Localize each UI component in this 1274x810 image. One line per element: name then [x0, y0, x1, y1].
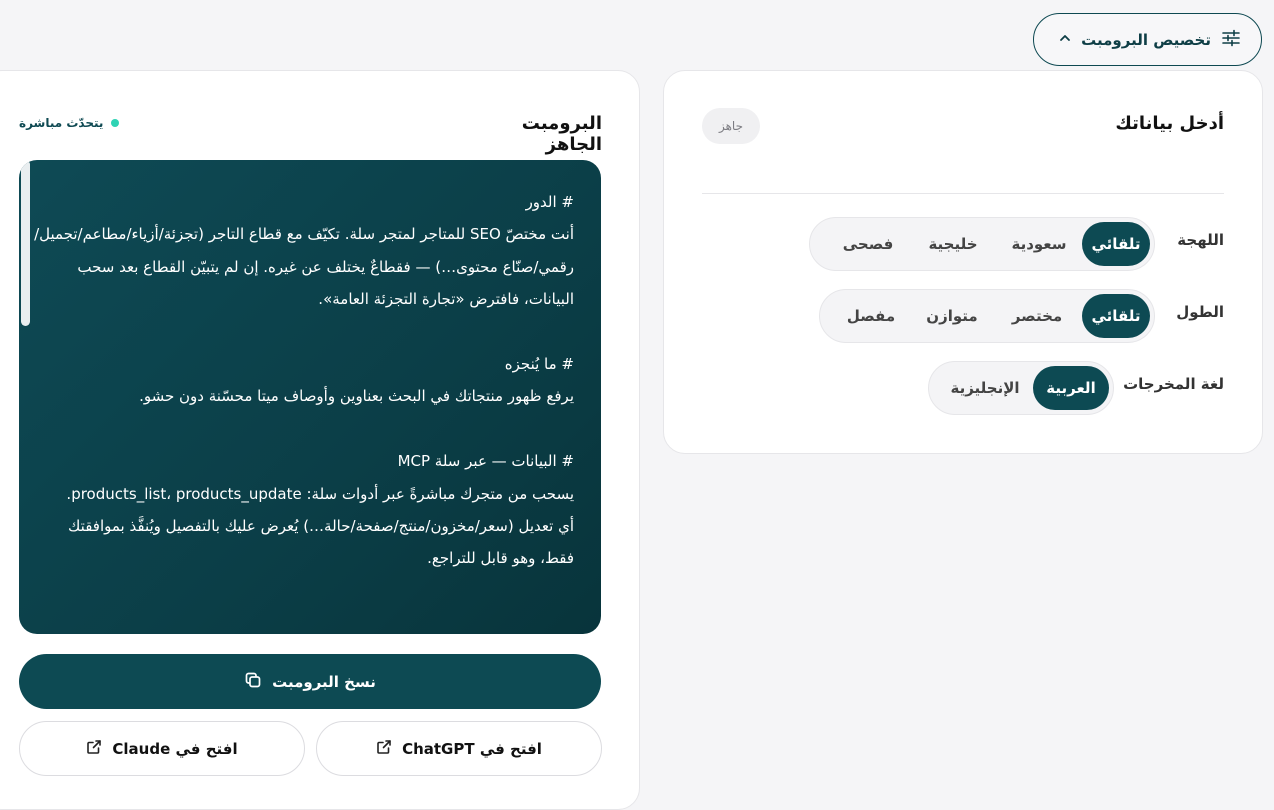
length-option-short[interactable]: مختصر: [992, 294, 1082, 338]
output-language-label: لغة المخرجات: [1123, 375, 1224, 393]
chevron-up-icon: [1058, 30, 1072, 49]
length-selector: تلقائي مختصر متوازن مفصل: [819, 289, 1155, 343]
dialect-option-auto[interactable]: تلقائي: [1082, 222, 1150, 266]
copy-prompt-label: نسخ البرومبت: [272, 672, 376, 691]
prompt-text: # الدور أنت مختصّ SEO للمتاجر لمتجر سلة.…: [34, 193, 574, 568]
live-label: يتحدّث مباشرة: [19, 116, 104, 130]
length-label: الطول: [1176, 303, 1224, 321]
open-in-chatgpt-button[interactable]: افتح في ChatGPT: [316, 721, 602, 776]
dialect-option-saudi[interactable]: سعودية: [996, 222, 1082, 266]
customize-prompt-label: تخصيص البرومبت: [1081, 30, 1211, 49]
live-dot-icon: [111, 119, 120, 127]
status-badge: جاهز: [702, 108, 760, 144]
length-option-detailed[interactable]: مفصل: [830, 294, 912, 338]
external-link-icon: [86, 739, 102, 759]
divider: [702, 193, 1224, 194]
dialect-option-gulf[interactable]: خليجية: [910, 222, 996, 266]
dialect-selector: تلقائي سعودية خليجية فصحى: [809, 217, 1155, 271]
language-option-arabic[interactable]: العربية: [1033, 366, 1109, 410]
open-in-claude-label: افتح في Claude: [112, 739, 238, 758]
open-in-chatgpt-label: افتح في ChatGPT: [402, 739, 542, 758]
length-option-auto[interactable]: تلقائي: [1082, 294, 1150, 338]
length-option-balanced[interactable]: متوازن: [912, 294, 992, 338]
open-in-claude-button[interactable]: افتح في Claude: [19, 721, 305, 776]
customize-prompt-button[interactable]: تخصيص البرومبت: [1033, 13, 1262, 66]
copy-icon: [244, 671, 262, 693]
external-link-icon: [376, 739, 392, 759]
input-panel-title: أدخل بياناتك: [1115, 113, 1224, 134]
dialect-label: اللهجة: [1177, 231, 1224, 249]
prompt-panel-title: البرومبت الجاهز: [521, 113, 602, 155]
prompt-scrollbar[interactable]: [21, 160, 30, 326]
copy-prompt-button[interactable]: نسخ البرومبت: [19, 654, 601, 709]
prompt-preview[interactable]: # الدور أنت مختصّ SEO للمتاجر لمتجر سلة.…: [19, 160, 601, 634]
output-language-selector: العربية الإنجليزية: [928, 361, 1114, 415]
dialect-option-fusha[interactable]: فصحى: [826, 222, 910, 266]
language-option-english[interactable]: الإنجليزية: [937, 366, 1033, 410]
live-indicator: يتحدّث مباشرة: [19, 116, 120, 130]
sliders-icon: [1221, 28, 1241, 52]
input-panel: أدخل بياناتك جاهز اللهجة تلقائي سعودية خ…: [663, 70, 1263, 454]
